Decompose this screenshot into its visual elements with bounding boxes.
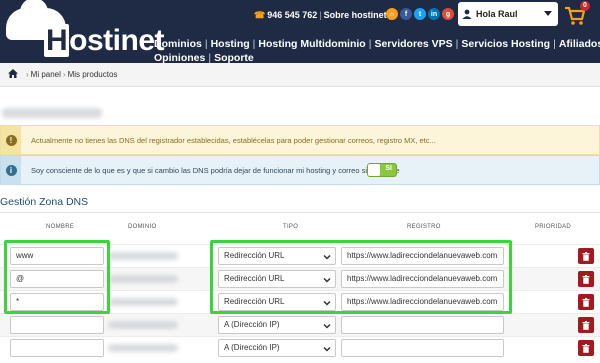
col-header-tipo: TIPO — [283, 224, 299, 230]
toggle-label: SI — [385, 165, 392, 172]
logo-text: ostinet — [69, 24, 165, 57]
nav-hosting[interactable]: Hosting — [211, 38, 250, 50]
home-icon[interactable] — [8, 68, 18, 81]
trash-icon — [582, 297, 590, 307]
facebook-icon[interactable]: f — [400, 8, 412, 20]
col-header-dominio: DOMINIO — [128, 224, 157, 230]
breadcrumb-separator: › — [26, 70, 29, 79]
main-nav: Dominios | Hosting | Hosting Multidominio | Se… — [154, 37, 600, 65]
highlight-tipo-registro-columns — [210, 240, 512, 314]
breadcrumb-mis-productos[interactable]: Mis productos — [68, 70, 118, 79]
user-icon — [462, 9, 472, 19]
phone-icon: ☎ — [254, 10, 266, 20]
trash-icon — [582, 320, 590, 330]
dominio-cell — [108, 298, 178, 306]
trash-icon — [582, 251, 590, 261]
dominio-cell — [108, 344, 178, 352]
about-link[interactable]: Sobre hostinet — [324, 10, 387, 20]
nav-servidores-vps[interactable]: Servidores VPS — [374, 38, 452, 50]
chevron-down-icon — [323, 323, 331, 329]
dns-consent-alert: i Soy consciente de lo que es y que si c… — [0, 155, 600, 185]
logo[interactable]: Hostinet — [44, 24, 165, 58]
trash-icon — [582, 343, 590, 353]
divider — [0, 212, 600, 213]
dominio-cell — [108, 275, 178, 283]
divider: | — [455, 38, 459, 50]
warning-icon: ! — [5, 134, 17, 146]
nombre-input[interactable] — [10, 339, 104, 357]
divider: | — [204, 38, 208, 50]
table-row: A (Dirección IP) — [0, 313, 600, 336]
divider: | — [368, 38, 372, 50]
divider: | — [553, 38, 556, 50]
nav-servicios-hosting[interactable]: Servicios Hosting — [461, 38, 550, 50]
linkedin-icon[interactable]: in — [428, 8, 440, 20]
warning-text: Actualmente no tienes las DNS del regist… — [31, 135, 436, 145]
breadcrumb-separator: › — [62, 70, 66, 79]
googleplus-icon[interactable]: g — [442, 8, 454, 20]
dominio-cell — [108, 321, 178, 329]
nav-hosting-multidominio[interactable]: Hosting Multidominio — [258, 38, 365, 50]
domain-name-blurred — [2, 108, 102, 118]
tipo-select[interactable]: A (Dirección IP) — [218, 339, 336, 357]
nombre-input[interactable] — [10, 316, 104, 334]
col-header-registro: REGISTRO — [407, 224, 441, 230]
divider: | — [252, 38, 256, 50]
cart-count-badge: 0 — [580, 1, 590, 11]
chevron-down-icon — [544, 11, 552, 16]
logo-initial: H — [44, 24, 70, 57]
highlight-nombre-column — [4, 240, 110, 314]
contact-bar: ☎946 545 762|Sobre hostinet| — [254, 10, 393, 21]
dominio-cell — [108, 252, 178, 260]
rss-icon[interactable]: ☼ — [386, 8, 398, 20]
social-links: ☼ f t in g — [386, 8, 454, 20]
breadcrumb-mi-panel[interactable]: Mi panel — [31, 70, 61, 79]
delete-row-button[interactable] — [578, 294, 594, 310]
delete-row-button[interactable] — [578, 248, 594, 264]
trash-icon — [582, 274, 590, 284]
breadcrumb: › Mi panel › Mis productos — [0, 63, 600, 87]
delete-row-button[interactable] — [578, 317, 594, 333]
registro-input[interactable] — [341, 316, 504, 334]
tipo-select[interactable]: A (Dirección IP) — [218, 316, 336, 334]
divider: | — [319, 10, 322, 20]
nav-dominios[interactable]: Dominios — [154, 38, 202, 50]
col-header-nombre: NOMBRE — [46, 224, 75, 230]
delete-row-button[interactable] — [578, 271, 594, 287]
section-title: Gestión Zona DNS — [0, 196, 89, 208]
user-menu[interactable]: Hola Raul — [458, 2, 558, 26]
registro-input[interactable] — [341, 339, 504, 357]
col-header-prioridad: PRIORIDAD — [535, 224, 572, 230]
site-header: Hostinet ☎946 545 762|Sobre hostinet| ☼ … — [0, 0, 600, 65]
delete-row-button[interactable] — [578, 340, 594, 356]
tipo-value: A (Dirección IP) — [224, 343, 280, 352]
info-icon: i — [5, 164, 17, 176]
nav-afiliados[interactable]: Afiliados — [559, 38, 600, 50]
table-row: A (Dirección IP) — [0, 336, 600, 359]
tipo-value: A (Dirección IP) — [224, 320, 280, 329]
toggle-knob — [368, 164, 380, 176]
consent-toggle[interactable]: SI — [367, 163, 397, 177]
dns-warning-alert: ! Actualmente no tienes las DNS del regi… — [0, 125, 600, 155]
twitter-icon[interactable]: t — [414, 8, 426, 20]
chevron-down-icon — [323, 346, 331, 352]
user-greeting: Hola Raul — [476, 9, 518, 19]
phone-number[interactable]: 946 545 762 — [267, 10, 317, 20]
consent-text: Soy consciente de lo que es y que si cam… — [31, 165, 400, 175]
